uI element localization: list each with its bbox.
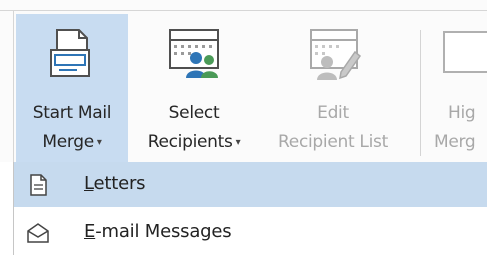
highlight-merge-fields-icon bbox=[424, 24, 487, 86]
menu-item-text: -mail Messages bbox=[95, 221, 232, 242]
ribbon-top-border bbox=[0, 10, 487, 11]
edit-recipient-list-label-line2: Recipient List bbox=[278, 132, 388, 152]
accelerator-key: L bbox=[84, 173, 94, 194]
highlight-merge-fields-label-line2: Merg bbox=[434, 132, 476, 152]
mailings-ribbon: Start Mail Merge ▾ Select Recipients ▾ E… bbox=[0, 0, 487, 162]
start-mail-merge-label-line1: Start Mail bbox=[32, 103, 112, 123]
ribbon-group-separator bbox=[420, 30, 421, 156]
envelope-icon bbox=[26, 221, 50, 245]
menu-item-letters-label: Letters bbox=[84, 173, 146, 194]
menu-item-email-messages[interactable]: E-mail Messages bbox=[14, 210, 487, 255]
select-recipients-button[interactable]: Select Recipients ▾ bbox=[131, 14, 257, 162]
select-recipients-label-text: Recipients bbox=[147, 132, 233, 152]
start-mail-merge-button[interactable]: Start Mail Merge ▾ bbox=[16, 14, 128, 162]
start-mail-merge-dropdown-menu: Letters E-mail Messages bbox=[13, 162, 487, 255]
menu-item-email-label: E-mail Messages bbox=[84, 221, 232, 242]
chevron-down-icon: ▾ bbox=[235, 137, 241, 148]
start-mail-merge-label-text: Merge bbox=[42, 132, 94, 152]
edit-recipient-list-label-line1: Edit bbox=[317, 103, 349, 123]
chevron-down-icon: ▾ bbox=[96, 137, 102, 148]
start-mail-merge-icon bbox=[16, 24, 128, 86]
highlight-merge-fields-label-line1: Hig bbox=[448, 103, 476, 123]
start-mail-merge-label-line2: Merge ▾ bbox=[16, 132, 128, 152]
select-recipients-label-line2: Recipients ▾ bbox=[131, 132, 257, 152]
select-recipients-label-line1: Select bbox=[168, 103, 220, 123]
highlight-merge-fields-button[interactable]: Hig Merg bbox=[424, 14, 487, 162]
menu-item-text: etters bbox=[93, 173, 146, 194]
select-recipients-icon bbox=[131, 24, 257, 86]
ribbon-left-border bbox=[13, 10, 14, 162]
document-icon bbox=[26, 173, 50, 197]
edit-recipient-list-icon bbox=[262, 24, 404, 86]
accelerator-key: E bbox=[84, 221, 96, 242]
edit-recipient-list-button[interactable]: Edit Recipient List bbox=[262, 14, 404, 162]
menu-item-letters[interactable]: Letters bbox=[14, 162, 487, 207]
